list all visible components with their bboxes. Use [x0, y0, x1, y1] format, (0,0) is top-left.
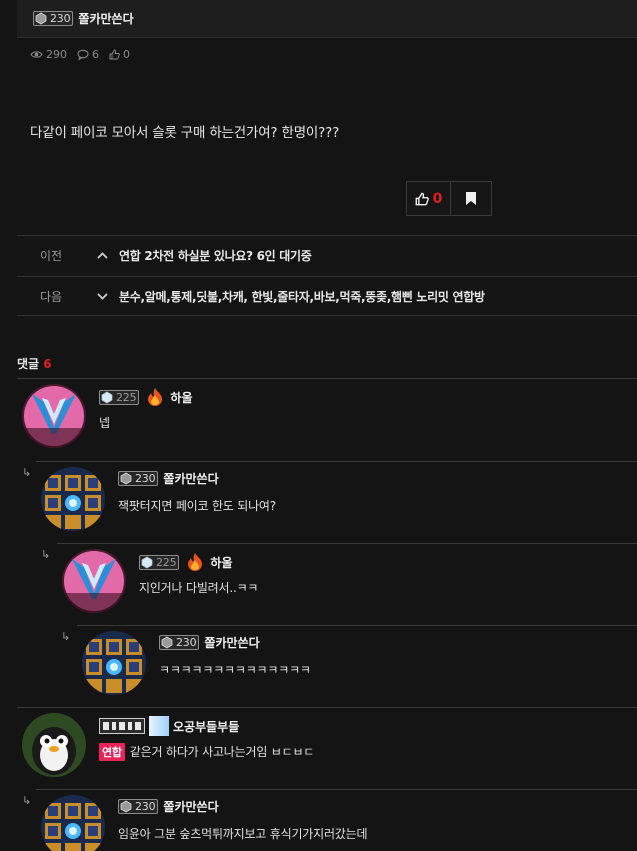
comment-item: 230 쫄카만쓴다 잭팟터지면 페이코 한도 되나여? [36, 461, 637, 543]
post-stats: 290 6 0 [30, 48, 130, 61]
level-badge: 230 [118, 471, 159, 486]
post-header: 230 쫄카만쓴다 [17, 0, 637, 38]
comment-item: 225 하울 지인거나 다빌려서..ㅋㅋ [57, 543, 637, 625]
comment-text: ㅋㅋㅋㅋㅋㅋㅋㅋㅋㅋㅋㅋㅋㅋ [159, 663, 311, 677]
likes-count: 0 [123, 48, 130, 61]
level-number: 230 [135, 800, 156, 813]
comment-author[interactable]: 오공부들부들 [173, 718, 239, 735]
prev-post-title[interactable]: 연합 2차전 하실분 있나요? 6인 대기중 [119, 247, 312, 264]
comment-meta: 225 하울 [99, 387, 193, 407]
level-number: 230 [50, 12, 71, 25]
comment-text: 임윤아 그분 숲츠먹튀까지보고 휴식기가지러갔는데 [118, 827, 368, 841]
comment-text: 연합 같은거 하다가 사고나는거임 ㅂㄷㅂㄷ [99, 743, 314, 761]
prev-label: 이전 [40, 249, 63, 263]
level-gem-icon [35, 12, 47, 25]
next-label: 다음 [40, 289, 63, 304]
avatar[interactable] [82, 631, 146, 695]
avatar[interactable] [41, 467, 105, 531]
comment-author[interactable]: 하울 [170, 389, 192, 406]
level-number: 225 [156, 555, 177, 569]
comments-total: 6 [43, 357, 52, 371]
next-post-title[interactable]: 분수,알메,통제,딧불,차캐, 한빛,줄타자,바보,먹죽,뚱좆,햄삔 노리밋 연… [119, 288, 485, 305]
comments-header: 댓글 6 [17, 355, 52, 372]
bookmark-icon [466, 192, 476, 205]
union-tag: 연합 [99, 743, 125, 761]
chevron-up-icon [97, 249, 119, 262]
reply-arrow-icon: ↳ [22, 466, 32, 479]
eye-icon [30, 51, 43, 58]
comments-stat: 6 [77, 48, 99, 61]
avatar[interactable] [22, 384, 86, 448]
comment-text: 지인거나 다빌려서..ㅋㅋ [139, 581, 259, 595]
level-badge: 230 [159, 635, 200, 650]
post-body: 다같이 페이코 모아서 슬롯 구매 하는건가여? 한명이??? [30, 125, 340, 141]
level-badge: 230 [118, 799, 159, 814]
prev-post-row[interactable]: 이전 연합 2차전 하실분 있나요? 6인 대기중 [17, 235, 637, 275]
reply-arrow-icon: ↳ [61, 630, 71, 643]
speech-bubble-icon [77, 49, 89, 60]
comment-author[interactable]: 쫄카만쓴다 [163, 798, 218, 815]
reply-arrow-icon: ↳ [22, 794, 32, 807]
comment-item: 230 쫄카만쓴다 ㅋㅋㅋㅋㅋㅋㅋㅋㅋㅋㅋㅋㅋㅋ [77, 625, 637, 707]
comment-meta: 230 쫄카만쓴다 [118, 470, 219, 487]
thumbs-up-icon [415, 192, 429, 205]
comment-author[interactable]: 쫄카만쓴다 [204, 634, 259, 651]
reply-arrow-icon: ↳ [41, 548, 51, 561]
fire-icon [188, 553, 203, 571]
level-number: 230 [135, 472, 156, 485]
comment-text: 넵 [99, 416, 110, 430]
level-badge: 225 [139, 554, 180, 570]
level-gem-icon [101, 391, 113, 403]
rank-badge-icon [99, 718, 145, 734]
bookmark-button[interactable] [450, 181, 492, 216]
thumbs-up-icon [109, 49, 120, 60]
likes-stat: 0 [109, 48, 130, 61]
like-button[interactable]: 0 [406, 181, 451, 216]
post-author[interactable]: 쫄카만쓴다 [78, 10, 133, 27]
avatar[interactable] [62, 549, 126, 613]
level-number: 230 [176, 636, 197, 649]
level-gem-icon [161, 636, 173, 649]
level-gem-icon [120, 472, 132, 485]
level-number: 225 [116, 390, 137, 404]
comment-text: 잭팟터지면 페이코 한도 되나여? [118, 499, 276, 513]
chevron-down-icon [97, 290, 119, 303]
level-gem-icon [120, 800, 132, 813]
comment-item: 230 쫄카만쓴다 임윤아 그분 숲츠먹튀까지보고 휴식기가지러갔는데 [36, 789, 637, 851]
level-gem-icon [141, 556, 153, 568]
next-post-row[interactable]: 다음 분수,알메,통제,딧불,차캐, 한빛,줄타자,바보,먹죽,뚱좆,햄삔 노리… [17, 276, 637, 316]
level-badge: 230 [33, 11, 74, 26]
comment-meta: 225 하울 [139, 552, 233, 572]
like-count: 0 [432, 190, 443, 207]
views-count: 290 [46, 48, 67, 61]
avatar[interactable] [41, 795, 105, 851]
comment-text-body: 같은거 하다가 사고나는거임 ㅂㄷㅂㄷ [129, 745, 315, 759]
flag-icon [149, 716, 169, 736]
comment-author[interactable]: 쫄카만쓴다 [163, 470, 218, 487]
level-badge: 225 [99, 389, 140, 405]
vote-box: 0 [406, 181, 492, 216]
comment-item: 오공부들부들 연합 같은거 하다가 사고나는거임 ㅂㄷㅂㄷ [17, 707, 637, 789]
avatar[interactable] [22, 713, 86, 777]
comment-meta: 230 쫄카만쓴다 [159, 634, 260, 651]
comments-label: 댓글 [17, 357, 40, 371]
comments-count: 6 [92, 48, 99, 61]
views-stat: 290 [30, 48, 67, 61]
comment-item: 225 하울 넵 [17, 379, 637, 461]
comment-author[interactable]: 하울 [210, 554, 232, 571]
comment-meta: 오공부들부들 [99, 716, 239, 736]
comment-meta: 230 쫄카만쓴다 [118, 798, 219, 815]
fire-icon [148, 388, 163, 406]
